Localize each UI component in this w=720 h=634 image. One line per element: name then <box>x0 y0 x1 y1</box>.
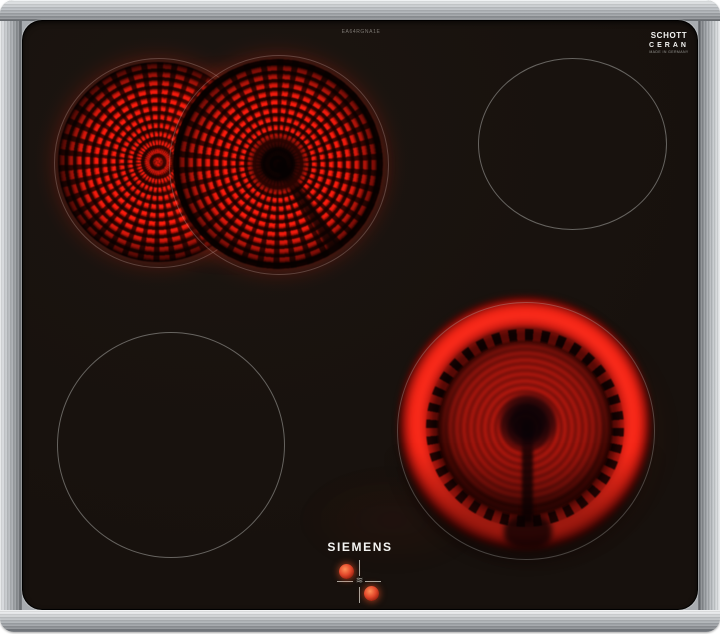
cross-arm-right <box>365 581 381 582</box>
ceran-logo-text: CERAN <box>649 41 689 49</box>
schott-logo-text: SCHOTT <box>650 31 688 40</box>
frame-top-edge <box>0 0 720 21</box>
frame-bottom-edge <box>0 610 720 632</box>
frame-left-edge <box>0 0 22 632</box>
zone-front-right-marking <box>397 302 655 560</box>
model-code-text: EA64RGNA1E <box>341 29 381 35</box>
schott-subline-text: MADE IN GERMANY <box>649 50 689 55</box>
zone-rear-left-main-coil <box>173 59 383 269</box>
frame-right-edge <box>698 0 720 632</box>
cross-arm-left <box>337 581 353 582</box>
cross-arm-top <box>359 560 360 576</box>
residual-heat-dot-upper-left <box>339 564 354 579</box>
schott-ceran-logo: SCHOTT CERAN MADE IN GERMANY <box>644 31 694 55</box>
cross-arm-bottom <box>359 587 360 603</box>
residual-heat-dot-lower-right <box>364 586 379 601</box>
zone-rear-right-marking <box>478 58 667 230</box>
ceramic-glass-surface: EA64RGNA1E SCHOTT CERAN MADE IN GERMANY … <box>22 20 698 610</box>
product-photo-siemens-ceramic-hob: EA64RGNA1E SCHOTT CERAN MADE IN GERMANY … <box>0 0 720 634</box>
zone-front-left-marking <box>57 332 285 558</box>
thermal-sensor-hub-rear-left <box>249 135 307 193</box>
heat-waves-icon: ≋ <box>355 575 364 585</box>
siemens-logo: SIEMENS <box>327 540 393 554</box>
